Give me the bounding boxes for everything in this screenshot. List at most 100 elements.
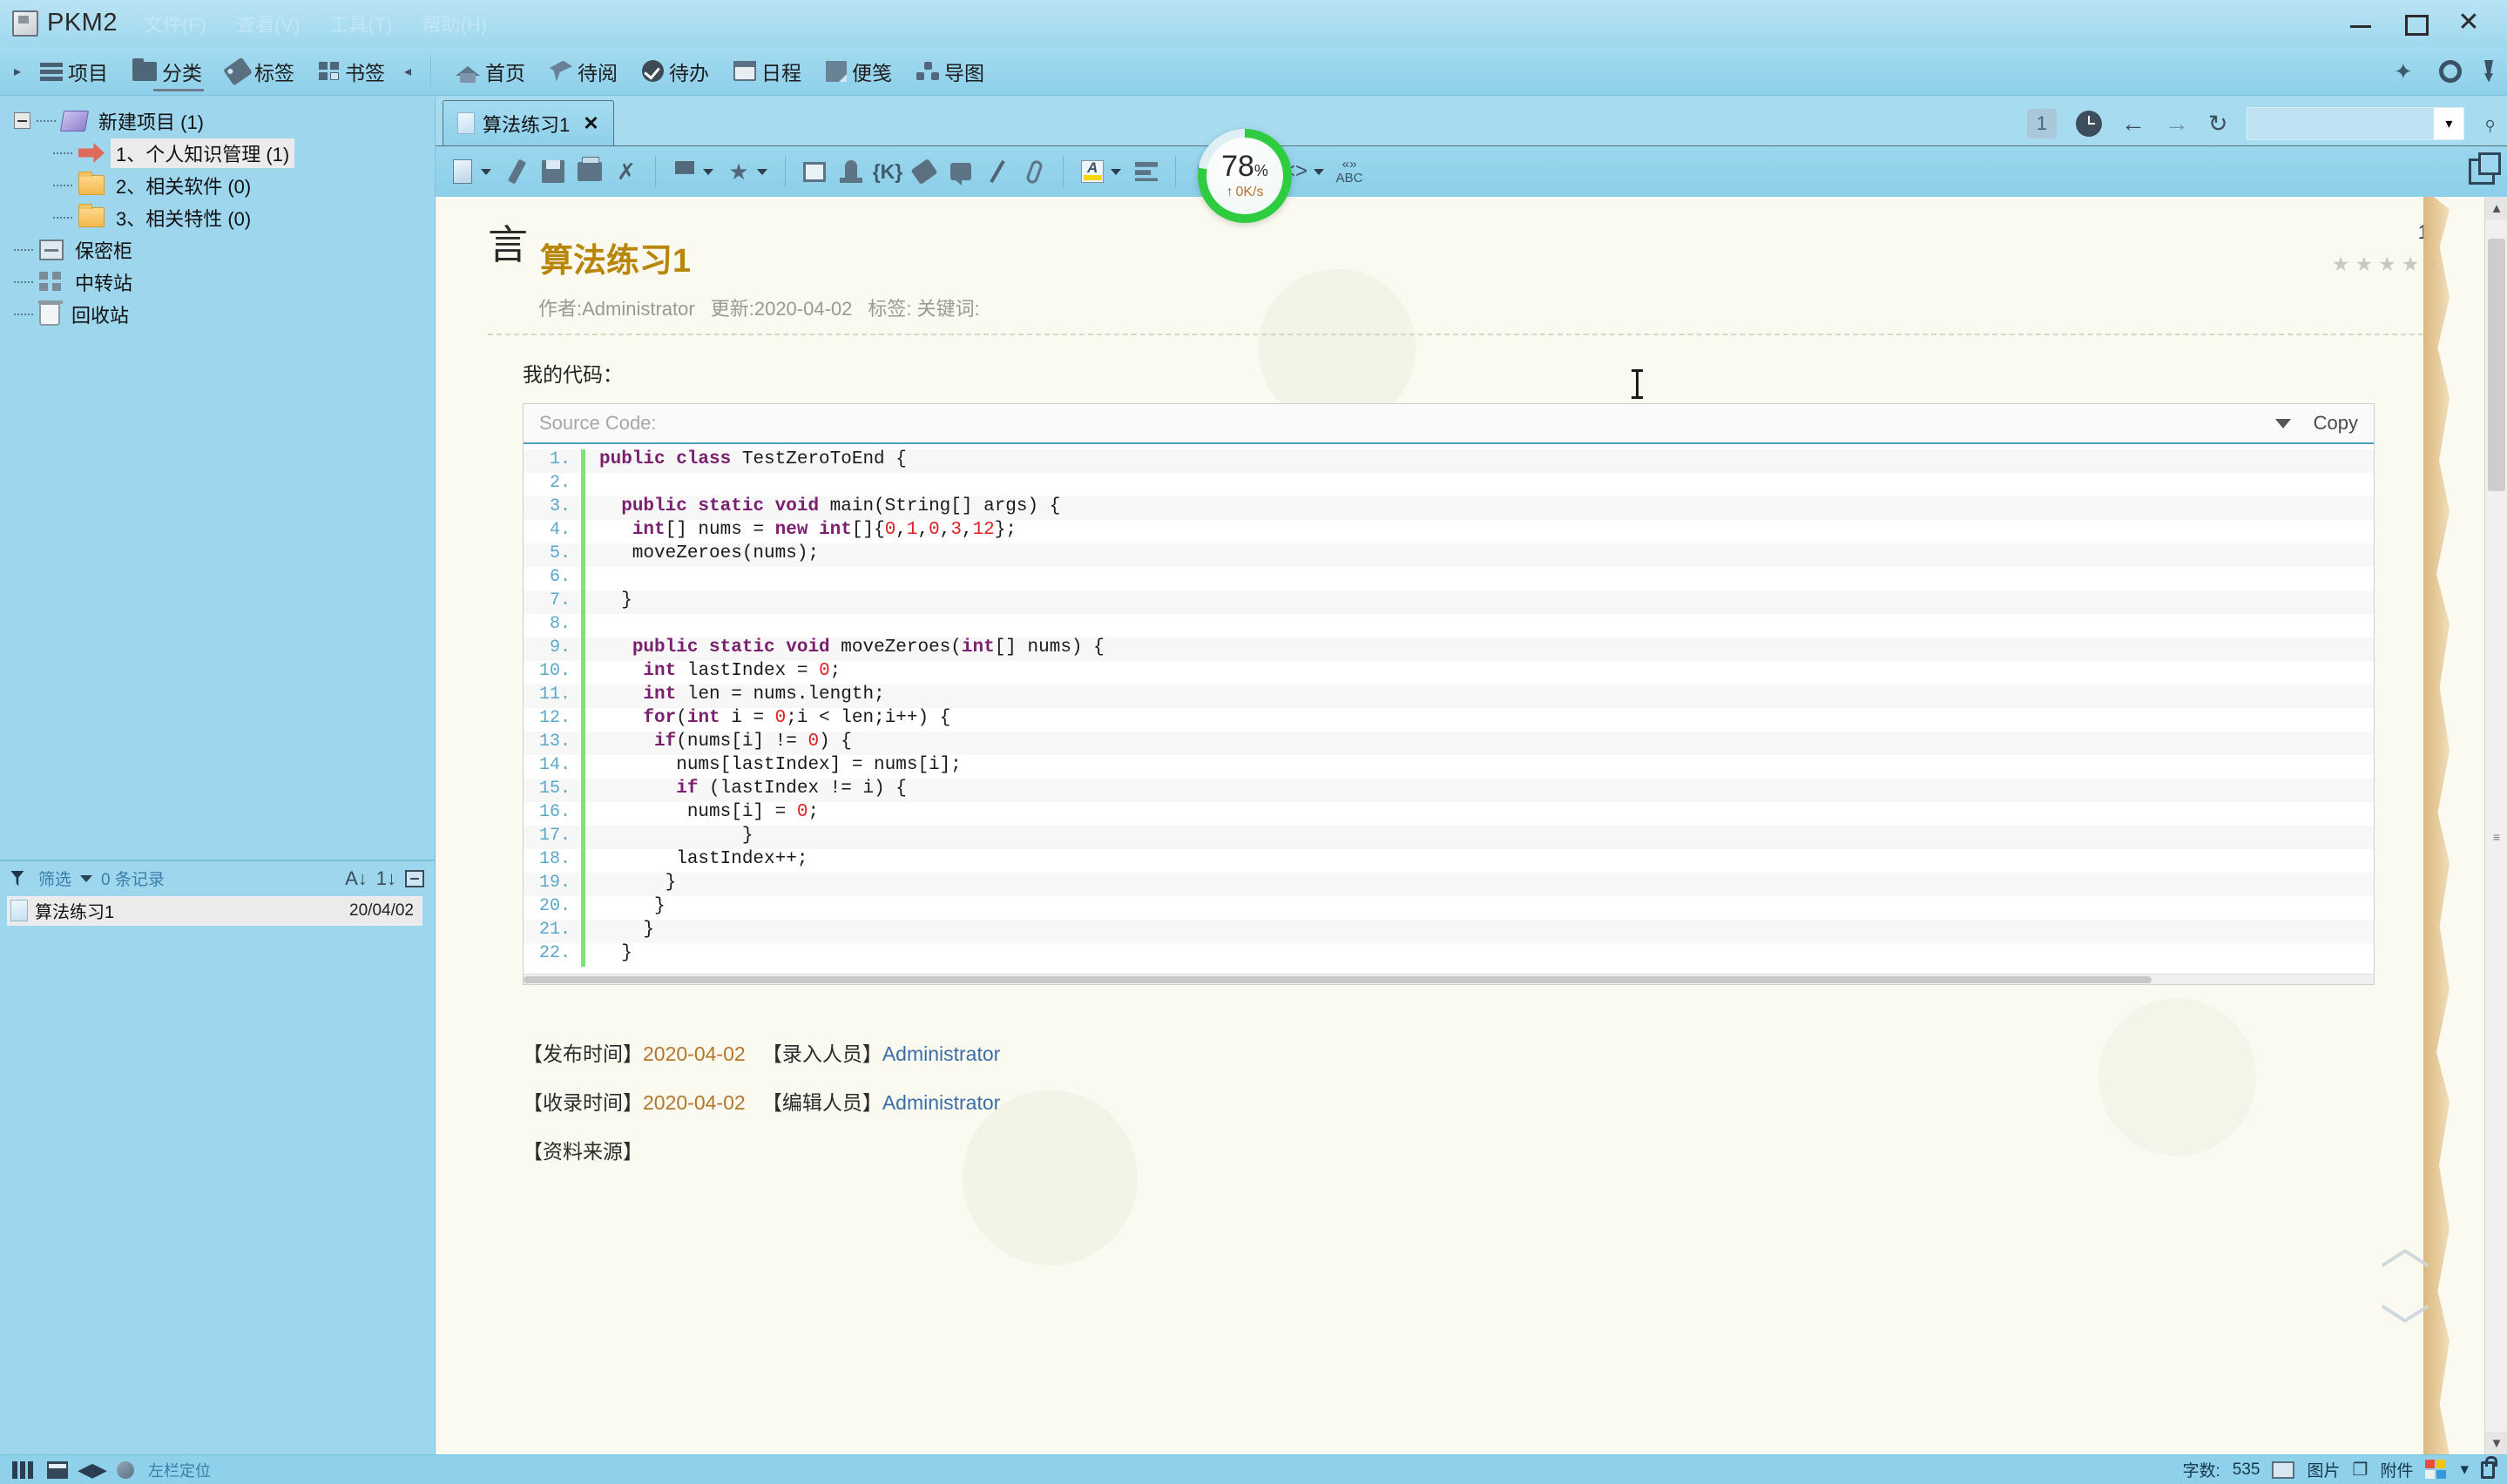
chevron-down-icon[interactable] xyxy=(2274,418,2291,428)
expander-collapse-icon[interactable] xyxy=(14,112,30,129)
document-scrollbar[interactable]: ▲ ≡ ▼ xyxy=(2484,197,2507,1454)
chevron-down-icon[interactable]: ▾ xyxy=(2460,1460,2469,1480)
tree-node-personal-knowledge[interactable]: 1、个人知识管理 (1) xyxy=(12,137,435,169)
indent-icon[interactable] xyxy=(1130,154,1163,189)
tab-suanfa-lianxi-1[interactable]: 算法练习1 ✕ xyxy=(443,100,614,145)
attachment-icon[interactable]: ❐ xyxy=(2353,1459,2368,1481)
split-icon[interactable]: ◀▶ xyxy=(78,1460,107,1480)
lock-icon[interactable] xyxy=(2481,1455,2497,1479)
search-icon[interactable]: ⌕ xyxy=(2476,110,2504,138)
star-icon[interactable]: ★ xyxy=(2332,253,2350,276)
menu-tools[interactable]: 工具(T) xyxy=(326,8,395,39)
nav-home[interactable]: 首页 xyxy=(447,53,534,90)
flag-icon[interactable] xyxy=(668,154,701,189)
star-icon[interactable]: ★ xyxy=(2378,253,2396,276)
menu-view[interactable]: 查看(V) xyxy=(233,8,303,39)
tree-node-related-features[interactable]: 3、相关特性 (0) xyxy=(12,201,435,233)
network-speed-widget[interactable]: 78% ↑ 0K/s xyxy=(1198,129,1292,223)
new-document-icon[interactable] xyxy=(446,154,479,189)
chevron-down-icon[interactable] xyxy=(757,168,767,175)
pane-icon[interactable] xyxy=(47,1460,68,1479)
maximize-button[interactable] xyxy=(2402,11,2429,36)
pin-window-icon[interactable] xyxy=(2484,59,2493,83)
edit-pencil-icon[interactable] xyxy=(500,154,533,189)
code-line: 15. if (lastIndex != i) { xyxy=(524,779,2374,802)
chevron-down-icon[interactable]: ▾ xyxy=(2434,108,2464,139)
sort-numeric-icon[interactable]: 1↓ xyxy=(376,867,396,890)
print-icon[interactable] xyxy=(573,154,606,189)
nav-notes[interactable]: 便笺 xyxy=(817,53,901,90)
minimize-button[interactable] xyxy=(2348,11,2373,36)
menu-help[interactable]: 帮助(H) xyxy=(419,8,491,39)
scroll-up-arrow-icon[interactable]: ▲ xyxy=(2485,197,2507,219)
attach-label[interactable]: 附件 xyxy=(2380,1458,2413,1481)
collapse-icon[interactable] xyxy=(405,869,424,887)
bubble-icon[interactable] xyxy=(944,154,977,189)
code-block-actions: Copy xyxy=(2274,412,2358,435)
save-icon[interactable] xyxy=(537,154,570,189)
ribbon-item-tags[interactable]: 标签 xyxy=(218,53,303,90)
star-icon[interactable]: ★ xyxy=(2355,253,2374,276)
red-arrow-icon xyxy=(78,143,105,163)
forward-icon[interactable]: → xyxy=(2165,111,2189,136)
draw-pen-icon[interactable] xyxy=(981,154,1014,189)
image-label[interactable]: 图片 xyxy=(2307,1458,2340,1481)
tree-node-related-software[interactable]: 2、相关软件 (0) xyxy=(12,169,435,201)
list-item[interactable]: 算法练习1 20/04/02 xyxy=(7,895,422,926)
copy-button[interactable]: Copy xyxy=(2314,412,2358,435)
tree-node-transfer-station[interactable]: 中转站 xyxy=(12,266,435,298)
sphere-icon[interactable] xyxy=(117,1460,134,1479)
image-icon[interactable] xyxy=(2272,1460,2295,1479)
stamp-icon[interactable] xyxy=(835,154,868,189)
filter-label[interactable]: 筛选 xyxy=(38,867,71,890)
chevron-down-icon[interactable] xyxy=(703,168,713,175)
star-burst-icon[interactable]: ✦ xyxy=(2394,60,2416,83)
tree-node-new-project[interactable]: 新建项目 (1) xyxy=(12,105,435,137)
attachment-icon[interactable] xyxy=(1017,154,1051,189)
color-palette-icon[interactable] xyxy=(2425,1459,2448,1481)
close-icon[interactable]: ✕ xyxy=(583,112,598,135)
sort-alpha-icon[interactable]: A↓ xyxy=(345,867,368,890)
nav-to-read[interactable]: 待阅 xyxy=(541,53,626,90)
columns-icon[interactable] xyxy=(12,1460,33,1479)
ribbon-item-categories[interactable]: 分类 xyxy=(124,53,211,91)
chevron-down-icon[interactable] xyxy=(1111,168,1121,175)
star-icon[interactable]: ★ xyxy=(722,154,755,189)
ribbon-item-bookmarks[interactable]: 书签 xyxy=(310,53,394,90)
scrollbar-thumb[interactable] xyxy=(2488,239,2505,491)
highlight-icon[interactable] xyxy=(1076,154,1109,189)
close-button[interactable]: ✕ xyxy=(2456,10,2481,36)
menu-file[interactable]: 文件(F) xyxy=(140,8,210,39)
scroll-up-icon[interactable]: ︿ xyxy=(2380,1221,2430,1272)
ribbon-item-projects[interactable]: 项目 xyxy=(31,53,117,90)
k-icon[interactable]: {K} xyxy=(871,154,904,189)
gear-icon[interactable] xyxy=(2439,59,2462,83)
star-icon[interactable]: ★ xyxy=(2402,253,2420,276)
refresh-icon[interactable]: ↻ xyxy=(2208,111,2228,136)
ribbon-scroll-left-icon[interactable]: ▸ xyxy=(7,63,28,80)
tree-node-safe-box[interactable]: 保密柜 xyxy=(12,233,435,266)
expand-window-icon[interactable] xyxy=(2469,152,2501,185)
nav-schedule[interactable]: 日程 xyxy=(725,53,810,90)
tab-count-badge[interactable]: 1 xyxy=(2026,109,2057,138)
delete-x-icon[interactable]: ✗ xyxy=(610,154,643,189)
nav-mindmap[interactable]: 导图 xyxy=(908,53,993,90)
chevron-down-icon[interactable] xyxy=(481,168,491,175)
code-horizontal-scrollbar[interactable] xyxy=(524,974,2374,984)
tree-node-recycle-bin[interactable]: 回收站 xyxy=(12,298,435,330)
document-page[interactable]: 1 ★ ★ ★ ★ ★ 言 算法练习1 作者: xyxy=(436,197,2484,1454)
filter-icon[interactable] xyxy=(10,870,24,887)
ribbon-scroll-right-icon[interactable]: ◂ xyxy=(397,63,418,80)
clock-icon[interactable] xyxy=(2075,111,2102,137)
abc-spell-icon[interactable]: «» ABC xyxy=(1333,154,1366,189)
frame-icon[interactable] xyxy=(798,154,831,189)
tag-icon[interactable] xyxy=(908,154,941,189)
chevron-down-icon[interactable] xyxy=(80,874,93,882)
nav-todo[interactable]: 待办 xyxy=(633,53,718,90)
scroll-down-arrow-icon[interactable]: ▼ xyxy=(2485,1432,2507,1454)
chevron-down-icon[interactable] xyxy=(1314,168,1324,175)
back-icon[interactable]: ← xyxy=(2121,111,2145,136)
line-number: 22. xyxy=(538,943,571,963)
scroll-down-icon[interactable]: ﹀ xyxy=(2380,1304,2430,1354)
search-input[interactable]: ▾ xyxy=(2247,107,2465,140)
